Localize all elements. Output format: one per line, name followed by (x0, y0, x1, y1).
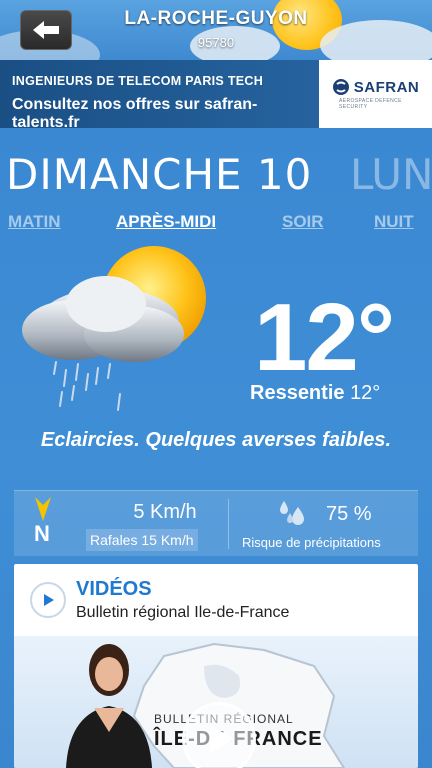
weather-description: Eclaircies. Quelques averses faibles. (40, 429, 392, 451)
divider (228, 499, 229, 549)
period-tabs: MATIN APRÈS-MIDI SOIR NUIT (0, 212, 432, 238)
ad-line1: INGENIEURS DE TELECOM PARIS TECH (12, 74, 264, 88)
presenter-figure (66, 644, 152, 768)
raindrops-icon (280, 501, 304, 525)
videos-title: VIDÉOS (76, 578, 152, 600)
safran-logo: SAFRAN AEROSPACE DEFENCE SECURITY (319, 60, 432, 128)
play-button-small[interactable] (30, 582, 66, 618)
safran-logo-icon (332, 79, 349, 95)
postal-code: 95780 (197, 35, 235, 50)
day-next[interactable]: LUN (350, 150, 432, 199)
header-bar: LA-ROCHE-GUYON 95780 (0, 0, 432, 60)
tab-nuit[interactable]: NUIT (374, 212, 414, 232)
feels-like: Ressentie 12° (250, 382, 380, 405)
day-current[interactable]: DIMANCHE 10 (6, 150, 312, 199)
safran-name: SAFRAN (353, 78, 420, 96)
play-icon (210, 725, 234, 753)
ad-line2: Consultez nos offres sur safran-talents.… (12, 96, 258, 131)
play-icon (44, 594, 54, 606)
sun-cloud-rain-icon (22, 246, 206, 411)
precipitation-label: Risque de précipitations (242, 535, 381, 550)
feels-like-label: Ressentie (250, 382, 345, 404)
tab-apres-midi[interactable]: APRÈS-MIDI (116, 212, 216, 232)
videos-card[interactable]: VIDÉOS Bulletin régional Ile-de-France B… (14, 564, 418, 768)
feels-like-value: 12° (350, 382, 381, 404)
play-button-large[interactable] (182, 702, 256, 768)
wind-direction-arrow-icon (35, 497, 51, 521)
wind-precip-panel: N 5 Km/h Rafales 15 Km/h 75 % Risque de … (14, 490, 418, 556)
video-thumbnail[interactable]: BULLETIN RÉGIONAL ÎLE-DE-FRANCE (14, 636, 418, 768)
ad-text: INGENIEURS DE TELECOM PARIS TECH Consult… (0, 60, 319, 131)
wind-direction: N (34, 521, 50, 546)
wind-speed: 5 Km/h (133, 501, 197, 523)
safran-tagline: AEROSPACE DEFENCE SECURITY (339, 98, 402, 110)
city-name: LA-ROCHE-GUYON (124, 8, 308, 29)
tab-soir[interactable]: SOIR (282, 212, 324, 232)
precipitation-value: 75 % (326, 503, 372, 525)
ad-banner[interactable]: INGENIEURS DE TELECOM PARIS TECH Consult… (0, 60, 432, 131)
wind-gusts: Rafales 15 Km/h (86, 529, 198, 551)
temperature: 12° (254, 284, 395, 391)
tab-matin[interactable]: MATIN (8, 212, 61, 232)
videos-subtitle: Bulletin régional Ile-de-France (76, 604, 290, 621)
